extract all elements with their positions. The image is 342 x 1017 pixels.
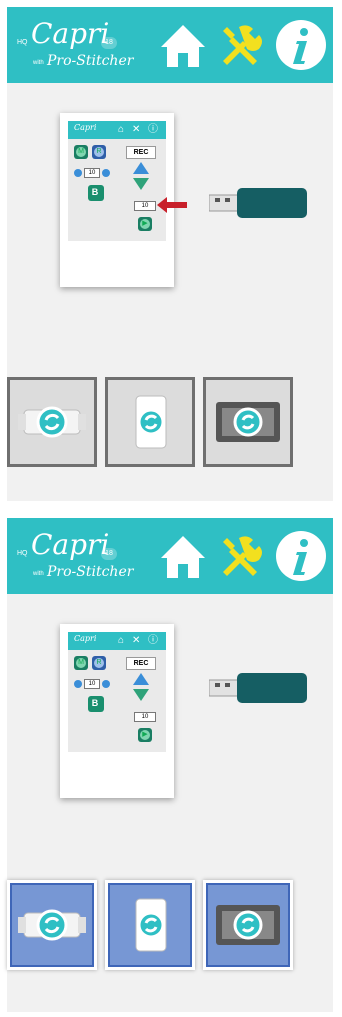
device-rec-button: REC — [126, 657, 156, 670]
rotate-tiles — [7, 880, 333, 970]
hoop-rotate-icon — [18, 909, 86, 941]
brand-sub: Pro-Stitcher — [47, 564, 134, 580]
device-tools-icon: ✕ — [132, 635, 141, 646]
device-counter: 10 — [84, 679, 100, 689]
device-home-icon: ⌂ — [118, 635, 125, 646]
home-icon[interactable] — [155, 528, 211, 584]
brand-name: Capri — [31, 528, 110, 561]
device-brand: Capri — [74, 123, 97, 132]
frame-rotate-tile[interactable] — [203, 880, 293, 970]
device-home-icon: ⌂ — [118, 124, 125, 135]
brand-logo: HQ Capri 18 with Pro-Stitcher — [17, 13, 137, 77]
frame-rotate-icon — [216, 402, 280, 442]
device-down-arrow-icon — [133, 178, 149, 190]
device-down-arrow-icon — [133, 689, 149, 701]
device-preview: Capri ⌂ ✕ ⓘ M R REC 10 B 10 ▶ — [60, 624, 174, 798]
panel-state-2: HQ Capri 18 with Pro-Stitcher Capri ⌂ ✕ … — [7, 518, 333, 1012]
frame-rotate-tile[interactable] — [203, 377, 293, 467]
brand-name: Capri — [31, 17, 110, 50]
hoop-rotate-tile[interactable] — [7, 880, 97, 970]
brand-hq: HQ — [17, 39, 28, 46]
device-info-icon: ⓘ — [148, 124, 158, 135]
insert-arrow-icon — [157, 197, 187, 213]
device-counter: 10 — [84, 168, 100, 178]
brand-hq: HQ — [17, 550, 28, 557]
brand-with: with — [33, 60, 44, 66]
device-header: Capri ⌂ ✕ ⓘ — [68, 121, 166, 139]
hoop-rotate-icon — [18, 406, 86, 438]
device-play-button: ▶ — [138, 217, 152, 231]
device-up-arrow-icon — [133, 673, 149, 685]
rotate-tiles — [7, 377, 333, 467]
brand-model: 18 — [101, 548, 117, 560]
brand-with: with — [33, 571, 44, 577]
info-icon[interactable] — [273, 17, 329, 73]
device-m-button: M — [74, 145, 88, 159]
device-length-value: 10 — [134, 712, 156, 722]
card-rotate-tile[interactable] — [105, 377, 195, 467]
usb-drive-icon — [209, 673, 307, 703]
device-b-button: B — [88, 696, 104, 712]
device-m-button: M — [74, 656, 88, 670]
device-tools-icon: ✕ — [132, 124, 141, 135]
device-brand: Capri — [74, 634, 97, 643]
device-minus-icon — [74, 680, 82, 688]
app-header: HQ Capri 18 with Pro-Stitcher — [7, 518, 333, 594]
device-length-value: 10 — [134, 201, 156, 211]
app-header: HQ Capri 18 with Pro-Stitcher — [7, 7, 333, 83]
brand-sub: Pro-Stitcher — [47, 53, 134, 69]
device-plus-icon — [102, 169, 110, 177]
info-icon[interactable] — [273, 528, 329, 584]
tools-icon[interactable] — [213, 17, 269, 73]
card-rotate-icon — [135, 898, 167, 952]
brand-logo: HQ Capri 18 with Pro-Stitcher — [17, 524, 137, 588]
device-screen: Capri ⌂ ✕ ⓘ M R REC 10 B 10 ▶ — [68, 121, 166, 241]
frame-rotate-icon — [216, 905, 280, 945]
card-rotate-icon — [135, 395, 167, 449]
hoop-rotate-tile[interactable] — [7, 377, 97, 467]
device-plus-icon — [102, 680, 110, 688]
panel-state-1: HQ Capri 18 with Pro-Stitcher Capri ⌂ ✕ … — [7, 7, 333, 501]
brand-model: 18 — [101, 37, 117, 49]
device-minus-icon — [74, 169, 82, 177]
device-rec-button: REC — [126, 146, 156, 159]
device-play-button: ▶ — [138, 728, 152, 742]
usb-drive-icon — [209, 188, 307, 218]
device-up-arrow-icon — [133, 162, 149, 174]
home-icon[interactable] — [155, 17, 211, 73]
device-screen: Capri ⌂ ✕ ⓘ M R REC 10 B 10 ▶ — [68, 632, 166, 752]
device-header: Capri ⌂ ✕ ⓘ — [68, 632, 166, 650]
card-rotate-tile[interactable] — [105, 880, 195, 970]
tools-icon[interactable] — [213, 528, 269, 584]
device-b-button: B — [88, 185, 104, 201]
device-info-icon: ⓘ — [148, 635, 158, 646]
device-r-button: R — [92, 656, 106, 670]
device-r-button: R — [92, 145, 106, 159]
